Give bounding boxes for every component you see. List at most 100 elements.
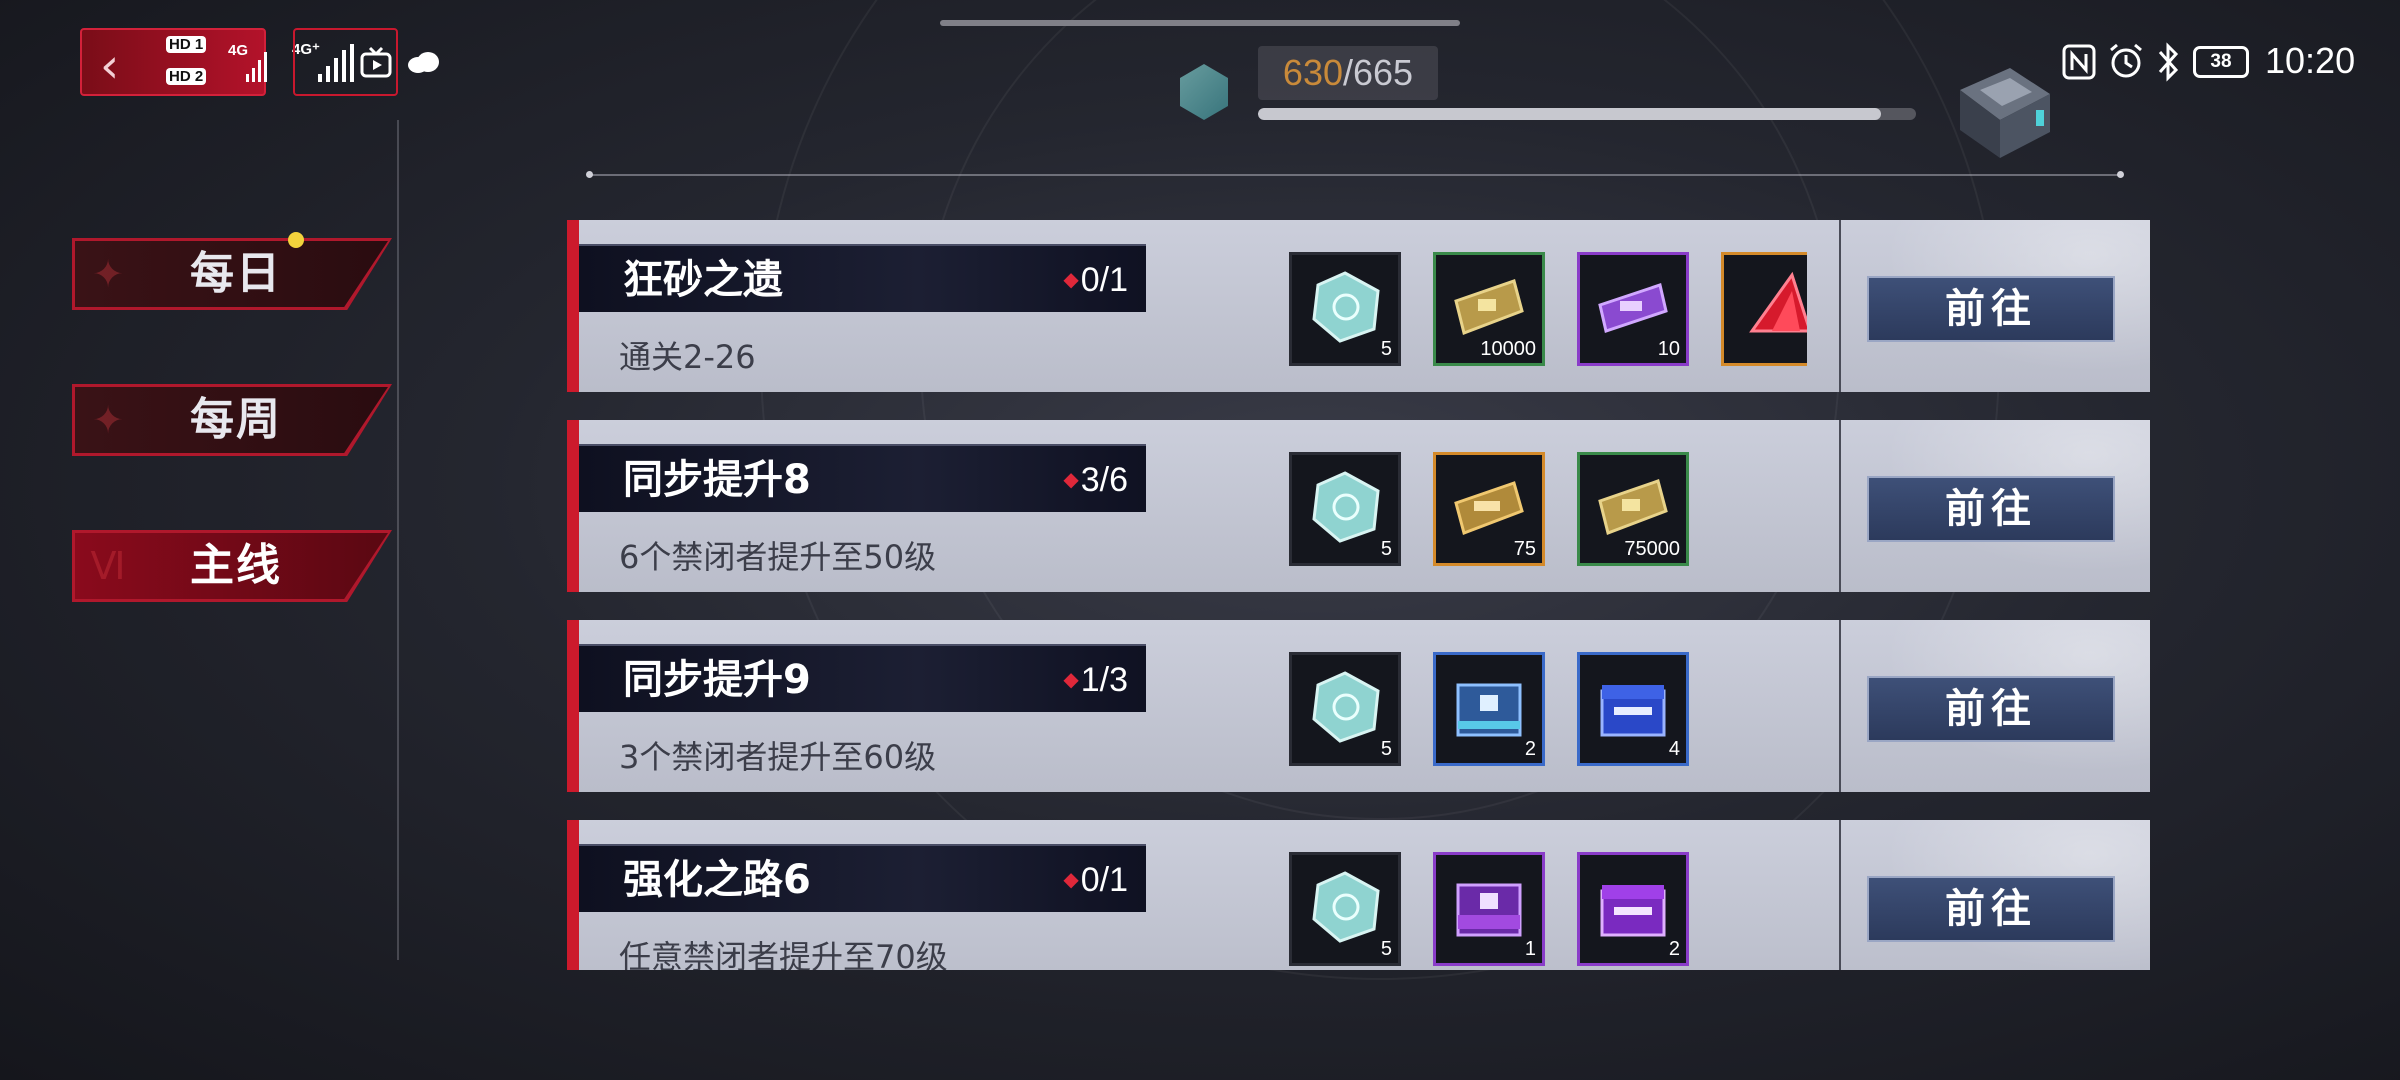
quest-accent-bar	[567, 620, 579, 792]
diamond-icon: ◆	[1063, 669, 1079, 691]
quest-divider	[1839, 620, 1841, 792]
reward-quantity: 2	[1524, 738, 1536, 760]
reward-quantity: 5	[1380, 338, 1392, 360]
reward-item[interactable]: 10	[1577, 252, 1689, 366]
reward-item[interactable]: 10000	[1433, 252, 1545, 366]
quest-title-box: 同步提升8 ◆3/6	[579, 444, 1146, 512]
quest-divider	[1839, 220, 1841, 392]
quest-description: 任意禁闭者提升至70级	[619, 938, 948, 970]
goto-button[interactable]: 前往	[1867, 676, 2115, 742]
tab-label: 每周	[190, 394, 282, 445]
nav-divider	[397, 120, 399, 960]
gold-ticket-icon	[1598, 479, 1668, 536]
activity-progress-text: 630/665	[1258, 46, 1438, 100]
reward-item[interactable]: 5	[1289, 252, 1401, 366]
reward-item[interactable]: 5	[1289, 852, 1401, 966]
drag-handle[interactable]	[940, 20, 1460, 26]
reward-item[interactable]: 5	[1289, 652, 1401, 766]
header-divider	[586, 171, 2124, 178]
quest-title: 同步提升8	[623, 457, 811, 503]
diamond-icon: ◆	[1063, 869, 1079, 891]
blue-chest-icon	[1600, 685, 1666, 737]
goto-button[interactable]: 前往	[1867, 876, 2115, 942]
crystal-icon	[1312, 271, 1380, 343]
activity-progress-bar	[1258, 108, 1916, 120]
quest-count-value: 0/1	[1080, 261, 1128, 299]
purple-box-icon	[1456, 883, 1522, 937]
diamond-icon: ◆	[1063, 269, 1079, 291]
tab-weekly[interactable]: ✦ 每周	[72, 384, 392, 456]
quest-accent-bar	[567, 820, 579, 970]
quest-card: 同步提升8 ◆3/6 6个禁闭者提升至50级 5 75 75000 前往	[567, 420, 2150, 592]
reward-item[interactable]: 2	[1577, 852, 1689, 966]
quest-title-box: 狂砂之遗 ◆0/1	[579, 244, 1146, 312]
quest-rewards: 5 10000 10	[1289, 252, 1807, 366]
quest-title: 狂砂之遗	[623, 257, 783, 303]
reward-item[interactable]	[1721, 252, 1807, 366]
exp-card-icon	[1454, 481, 1524, 535]
quest-card: 狂砂之遗 ◆0/1 通关2-26 5 10000 10 前往	[567, 220, 2150, 392]
reward-quantity: 1	[1524, 938, 1536, 960]
quest-rewards: 5 75 75000	[1289, 452, 1807, 566]
blue-box-icon	[1456, 683, 1522, 737]
tab-label: 主线	[190, 540, 282, 591]
reward-item[interactable]: 75000	[1577, 452, 1689, 566]
reward-chest-icon[interactable]	[1940, 50, 2060, 170]
reward-item[interactable]: 75	[1433, 452, 1545, 566]
reward-quantity: 2	[1668, 938, 1680, 960]
reward-item[interactable]: 4	[1577, 652, 1689, 766]
quest-description: 通关2-26	[619, 338, 756, 376]
crystal-icon	[1312, 871, 1380, 943]
quest-rewards: 5 1 2	[1289, 852, 1807, 966]
quest-count: ◆0/1	[1063, 246, 1128, 314]
tv-icon	[360, 46, 392, 78]
reward-quantity: 75	[1513, 538, 1536, 560]
quest-list[interactable]: 狂砂之遗 ◆0/1 通关2-26 5 10000 10 前往 同步提升8 ◆3/6 …	[567, 220, 2150, 970]
goto-button[interactable]: 前往	[1867, 276, 2115, 342]
activity-progress-fill	[1258, 108, 1882, 120]
back-button[interactable]: ‹ HD 1 4G HD 2	[80, 28, 267, 96]
quest-rewards: 5 2 4	[1289, 652, 1807, 766]
reward-quantity: 5	[1380, 538, 1392, 560]
quest-count: ◆1/3	[1063, 646, 1128, 714]
quest-count: ◆3/6	[1063, 446, 1128, 514]
quest-divider	[1839, 420, 1841, 592]
quest-description: 3个禁闭者提升至60级	[619, 738, 937, 776]
quest-divider	[1839, 820, 1841, 970]
tab-main-story[interactable]: Ⅵ 主线	[72, 530, 392, 602]
purple-chest-icon	[1600, 885, 1666, 937]
quest-count-value: 0/1	[1080, 861, 1128, 899]
signal-icon	[246, 52, 267, 82]
reward-quantity: 4	[1668, 738, 1680, 760]
goto-button[interactable]: 前往	[1867, 476, 2115, 542]
tab-label: 每日	[190, 248, 282, 299]
quest-title-box: 同步提升9 ◆1/3	[579, 644, 1146, 712]
reward-item[interactable]: 2	[1433, 652, 1545, 766]
purple-ticket-icon	[1598, 283, 1668, 333]
nfc-icon	[2062, 44, 2096, 80]
quest-count: ◆0/1	[1063, 846, 1128, 914]
diamond-icon: ◆	[1063, 469, 1079, 491]
tab-daily[interactable]: ✦ 每日	[72, 238, 392, 310]
quest-card: 同步提升9 ◆1/3 3个禁闭者提升至60级 5 2 4 前往	[567, 620, 2150, 792]
star-emblem-icon: ✦	[92, 252, 124, 296]
reward-quantity: 75000	[1624, 538, 1680, 560]
emblem-icon: Ⅵ	[90, 544, 126, 588]
crystal-icon	[1312, 471, 1380, 543]
gold-ticket-icon	[1454, 279, 1524, 336]
cloud-icon	[408, 52, 439, 73]
red-gem-icon	[1749, 271, 1807, 333]
reward-quantity: 10000	[1480, 338, 1536, 360]
star-emblem-icon: ✦	[92, 398, 124, 442]
bluetooth-icon	[2158, 42, 2179, 82]
reward-item[interactable]: 5	[1289, 452, 1401, 566]
reward-quantity: 5	[1380, 938, 1392, 960]
quest-card: 强化之路6 ◆0/1 任意禁闭者提升至70级 5 1 2 前往	[567, 820, 2150, 970]
quest-description: 6个禁闭者提升至50级	[619, 538, 937, 576]
alarm-icon	[2110, 43, 2142, 78]
reward-item[interactable]: 1	[1433, 852, 1545, 966]
quest-title: 强化之路6	[623, 857, 811, 903]
quest-accent-bar	[567, 220, 579, 392]
quest-count-value: 1/3	[1080, 661, 1128, 699]
quest-title: 同步提升9	[623, 657, 811, 703]
